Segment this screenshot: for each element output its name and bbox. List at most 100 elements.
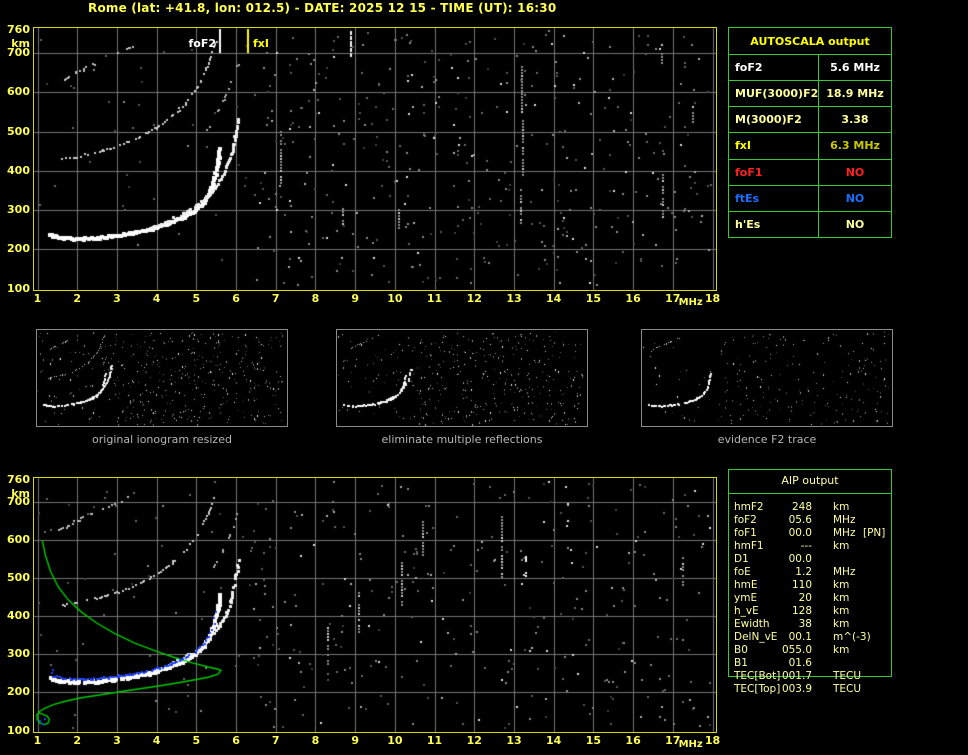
aip-param-unit: km xyxy=(833,501,850,513)
x-tick-label: 9 xyxy=(351,292,359,305)
fxi-marker-label: fxI xyxy=(253,37,269,50)
x-tick-label: 8 xyxy=(311,292,320,305)
autoscala-param-label: MUF(3000)F2 xyxy=(729,81,819,107)
aip-header-divider xyxy=(729,493,891,494)
x-axis-unit-label: MHz xyxy=(678,297,703,308)
aip-param-value: 38 xyxy=(798,618,812,630)
x-tick-label: 1 xyxy=(33,734,42,747)
aip-param-value: 01.6 xyxy=(788,657,812,669)
x-tick-label: 3 xyxy=(113,734,121,747)
aip-param-value: 128 xyxy=(791,605,812,617)
y-tick-label: 760 xyxy=(7,472,30,486)
aip-table-header: AIP output xyxy=(781,474,839,487)
x-tick-label: 15 xyxy=(585,292,602,305)
aip-param-label: B0 xyxy=(734,644,748,656)
y-tick-label: 500 xyxy=(7,124,30,138)
autoscala-table-row: h'Es NO xyxy=(729,210,891,237)
x-tick-label: 3 xyxy=(113,292,121,305)
x-tick-label: 2 xyxy=(73,734,82,747)
autoscala-table-row: foF1 NO xyxy=(729,158,891,185)
thumbnail-2-canvas xyxy=(337,330,587,426)
top-ionogram-frame: foF2 fxI xyxy=(33,27,717,291)
autoscala-param-label: M(3000)F2 xyxy=(729,107,819,133)
y-axis-unit-label: km xyxy=(11,486,30,500)
autoscala-param-value: 3.38 xyxy=(841,113,869,127)
aip-param-value: 20 xyxy=(798,592,812,604)
aip-table-row: B0 055.0 km xyxy=(728,644,892,657)
thumbnail-2 xyxy=(336,329,588,427)
aip-param-value: 110 xyxy=(791,579,812,591)
aip-param-label: hmF2 xyxy=(734,501,764,513)
x-tick-label: 14 xyxy=(546,292,562,305)
autoscala-window: Rome (lat: +41.8, lon: 012.5) - DATE: 20… xyxy=(0,0,968,755)
aip-param-value: --- xyxy=(800,540,812,552)
y-tick-label: 100 xyxy=(7,723,30,737)
y-tick-label: 600 xyxy=(7,85,30,99)
x-tick-label: 15 xyxy=(585,734,602,747)
aip-param-unit: km xyxy=(833,605,850,617)
autoscala-table-row: M(3000)F2 3.38 xyxy=(729,106,891,133)
aip-param-value: 00.0 xyxy=(788,527,812,539)
aip-param-unit: km xyxy=(833,592,850,604)
y-tick-label: 500 xyxy=(7,571,30,585)
aip-param-unit: MHz xyxy=(833,514,856,526)
autoscala-table-row: fxI 6.3 MHz xyxy=(729,132,891,159)
x-tick-label: 12 xyxy=(466,734,482,747)
aip-param-label: hmF1 xyxy=(734,540,764,552)
autoscala-param-label: ftEs xyxy=(729,185,819,211)
thumbnail-1 xyxy=(36,329,288,427)
thumbnail-3-label: evidence F2 trace xyxy=(717,433,817,446)
x-tick-label: 5 xyxy=(192,734,201,747)
aip-table-row: B1 01.6 xyxy=(728,657,892,670)
autoscala-table-row: ftEs NO xyxy=(729,184,891,211)
autoscala-param-value: NO xyxy=(845,165,865,179)
aip-param-label: foF2 xyxy=(734,514,757,526)
x-tick-label: 4 xyxy=(152,292,161,305)
aip-param-unit: TECU xyxy=(833,683,862,695)
bottom-ionogram-frame xyxy=(33,477,717,733)
aip-table-row: D1 00.0 xyxy=(728,553,892,566)
y-tick-label: 200 xyxy=(7,685,30,699)
x-tick-label: 13 xyxy=(506,292,522,305)
x-tick-label: 11 xyxy=(426,734,443,747)
aip-param-label: foE xyxy=(734,566,751,578)
y-tick-label: 300 xyxy=(7,647,30,661)
x-tick-label: 8 xyxy=(311,734,320,747)
aip-table-row: h_vE 128 km xyxy=(728,605,892,618)
aip-table-row: foE 1.2 MHz xyxy=(728,566,892,579)
aip-param-unit: MHz xyxy=(833,527,856,539)
autoscala-param-label: foF1 xyxy=(729,159,819,185)
aip-table-row: foF2 05.6 MHz xyxy=(728,514,892,527)
x-tick-label: 10 xyxy=(387,292,403,305)
x-tick-label: 16 xyxy=(625,734,641,747)
aip-param-value: 248 xyxy=(791,501,812,513)
x-tick-label: 14 xyxy=(546,734,562,747)
y-tick-label: 300 xyxy=(7,203,30,216)
aip-param-unit: km xyxy=(833,579,850,591)
station-date-time-title: Rome (lat: +41.8, lon: 012.5) - DATE: 20… xyxy=(88,1,557,15)
aip-param-label: Ewidth xyxy=(734,618,770,630)
bottom-ionogram-canvas xyxy=(34,478,716,732)
aip-table-row: foF1 00.0 MHz [PN] xyxy=(728,527,892,540)
autoscala-param-value: NO xyxy=(845,217,865,231)
x-axis-unit-label: MHz xyxy=(678,739,703,750)
x-tick-label: 2 xyxy=(73,292,82,305)
autoscala-param-value: 6.3 MHz xyxy=(830,139,880,153)
x-tick-label: 1 xyxy=(33,292,42,305)
aip-param-value: 003.9 xyxy=(781,683,812,695)
autoscala-table-row: foF2 5.6 MHz xyxy=(729,55,891,81)
thumbnail-3-canvas xyxy=(642,330,892,426)
aip-table-row: hmF1 --- km xyxy=(728,540,892,553)
x-tick-label: 11 xyxy=(426,292,443,305)
aip-param-unit: km xyxy=(833,618,850,630)
thumbnail-3 xyxy=(641,329,893,427)
autoscala-param-label: fxI xyxy=(729,133,819,159)
aip-table-row: ymE 20 km xyxy=(728,592,892,605)
x-tick-label: 16 xyxy=(625,292,641,305)
y-tick-label: 100 xyxy=(7,281,30,295)
x-tick-label: 7 xyxy=(271,734,280,747)
aip-param-label: ymE xyxy=(734,592,758,604)
autoscala-param-value: 18.9 MHz xyxy=(826,87,884,101)
x-tick-label: 7 xyxy=(271,292,280,305)
aip-param-value: 00.0 xyxy=(788,553,812,565)
